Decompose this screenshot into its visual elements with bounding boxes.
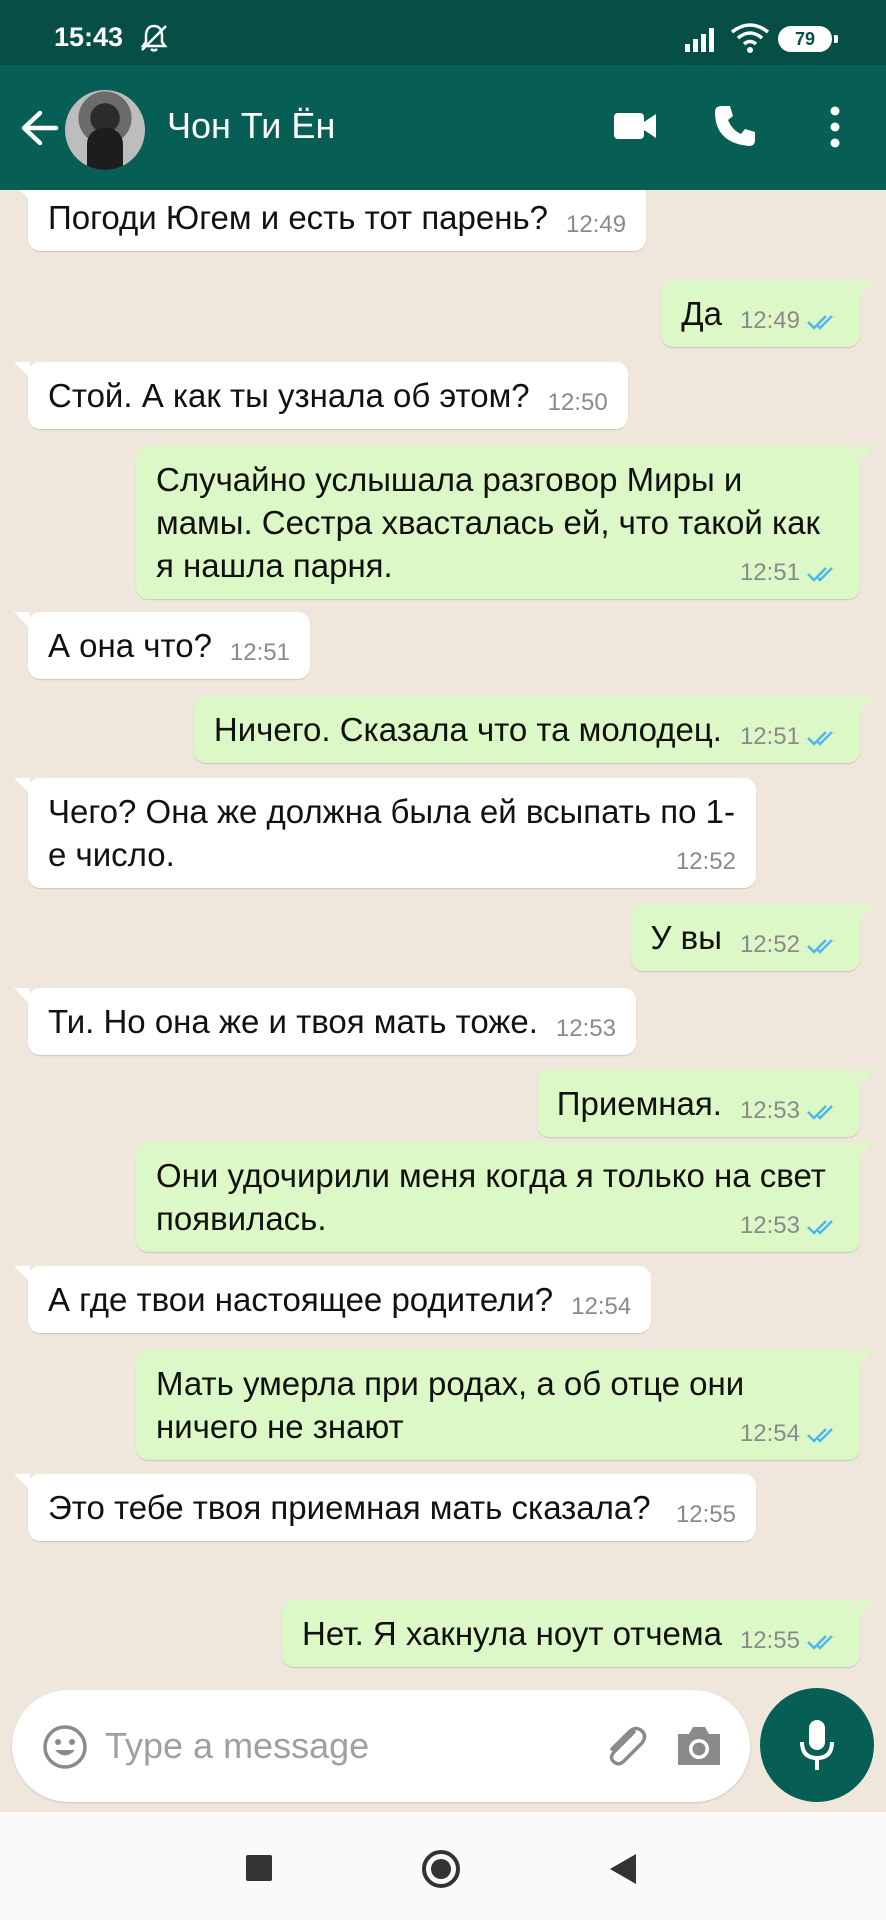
message-time: 12:55 (739, 1627, 800, 1654)
message-incoming[interactable]: А где твои настоящее родители? 12:54 (13, 1266, 652, 1333)
message-text: Случайно услышала разговор Миры и мамы. … (156, 461, 820, 584)
battery-indicator: 79 (778, 26, 838, 52)
mute-bell-icon (140, 24, 168, 52)
message-time: 12:50 (547, 389, 608, 416)
read-receipt-icon (807, 566, 833, 582)
read-receipt-icon (807, 938, 833, 954)
message-outgoing[interactable]: Ничего. Сказала что та молодец. 12:51 (193, 696, 875, 763)
avatar[interactable] (65, 90, 145, 170)
mic-icon (800, 1720, 834, 1770)
read-receipt-icon (807, 730, 833, 746)
system-nav-bar (0, 1812, 886, 1920)
message-outgoing[interactable]: Да 12:49 (661, 280, 874, 347)
message-text: Стой. А как ты узнала об этом? (48, 377, 530, 414)
message-outgoing[interactable]: Приемная. 12:53 (536, 1070, 875, 1137)
attach-icon[interactable] (600, 1720, 652, 1772)
status-time: 15:43 (54, 22, 124, 52)
read-receipt-icon (807, 1104, 833, 1120)
message-input[interactable] (105, 1718, 505, 1774)
message-incoming[interactable]: Ти. Но она же и твоя мать тоже. 12:53 (14, 988, 636, 1055)
message-time: 12:51 (739, 559, 800, 586)
message-text: А где твои настоящее родители? (48, 1281, 554, 1318)
message-text: А она что? (48, 627, 212, 664)
message-text: У вы (650, 919, 722, 956)
message-incoming[interactable]: А она что? 12:51 (14, 612, 310, 679)
read-receipt-icon (807, 1219, 833, 1235)
more-options-icon[interactable] (828, 105, 842, 149)
emoji-icon[interactable] (42, 1724, 88, 1770)
signal-icon (685, 28, 714, 52)
read-receipt-icon (807, 314, 833, 330)
wifi-icon (730, 23, 770, 53)
message-outgoing[interactable]: Они удочирили меня когда я только на све… (136, 1142, 874, 1252)
message-composer (12, 1690, 750, 1802)
message-incoming[interactable]: Чего? Она же должна была ей всыпать по 1… (14, 778, 756, 888)
message-text: Приемная. (556, 1085, 722, 1122)
message-time: 12:51 (229, 639, 290, 666)
status-bar: 15:43 79 (0, 0, 886, 65)
message-time: 12:53 (739, 1097, 800, 1124)
chat-area: Погоди Югем и есть тот парень? 12:49 Да 12… (0, 190, 886, 1682)
message-time: 12:53 (739, 1212, 800, 1239)
camera-icon[interactable] (674, 1724, 724, 1768)
message-text: Ничего. Сказала что та молодец. (213, 711, 722, 748)
chat-header: Чон Ти Ён (0, 65, 886, 190)
message-text: Нет. Я хакнула ноут отчема (302, 1615, 722, 1652)
read-receipt-icon (807, 1634, 833, 1650)
message-incoming[interactable]: Стой. А как ты узнала об этом? 12:50 (14, 362, 628, 429)
message-time: 12:53 (555, 1015, 616, 1042)
contact-name[interactable]: Чон Ти Ён (167, 105, 335, 147)
phone-icon[interactable] (712, 103, 758, 149)
message-time: 12:51 (739, 723, 800, 750)
message-outgoing[interactable]: Нет. Я хакнула ноут отчема 12:55 (282, 1600, 874, 1667)
message-text: Это тебе твоя приемная мать сказала? (48, 1489, 651, 1526)
message-text: Да (681, 295, 722, 332)
read-receipt-icon (807, 1427, 833, 1443)
message-incoming[interactable]: Погоди Югем и есть тот парень? 12:49 (13, 190, 647, 251)
message-text: Погоди Югем и есть тот парень? (48, 199, 549, 236)
recents-button[interactable] (246, 1855, 272, 1881)
message-time: 12:49 (566, 211, 627, 238)
message-time: 12:55 (675, 1501, 736, 1528)
nav-back-button[interactable] (608, 1852, 638, 1886)
message-time: 12:49 (739, 307, 800, 334)
message-time: 12:52 (739, 931, 800, 958)
mic-button[interactable] (760, 1688, 874, 1802)
home-button[interactable] (421, 1849, 461, 1889)
message-incoming[interactable]: Это тебе твоя приемная мать сказала? 12:5… (14, 1474, 756, 1541)
back-arrow-icon[interactable] (18, 107, 60, 149)
message-text: Чего? Она же должна была ей всыпать по 1… (48, 793, 735, 873)
message-outgoing[interactable]: Случайно услышала разговор Миры и мамы. … (136, 446, 874, 599)
message-text: Они удочирили меня когда я только на све… (156, 1157, 826, 1237)
message-time: 12:54 (739, 1420, 800, 1447)
message-outgoing[interactable]: Мать умерла при родах, а об отце они нич… (136, 1350, 874, 1460)
message-outgoing[interactable]: У вы 12:52 (630, 904, 875, 971)
message-text: Ти. Но она же и твоя мать тоже. (48, 1003, 538, 1040)
message-time: 12:54 (571, 1293, 632, 1320)
video-call-icon[interactable] (612, 109, 658, 143)
message-time: 12:52 (675, 848, 736, 875)
message-text: Мать умерла при родах, а об отце они нич… (156, 1365, 745, 1445)
